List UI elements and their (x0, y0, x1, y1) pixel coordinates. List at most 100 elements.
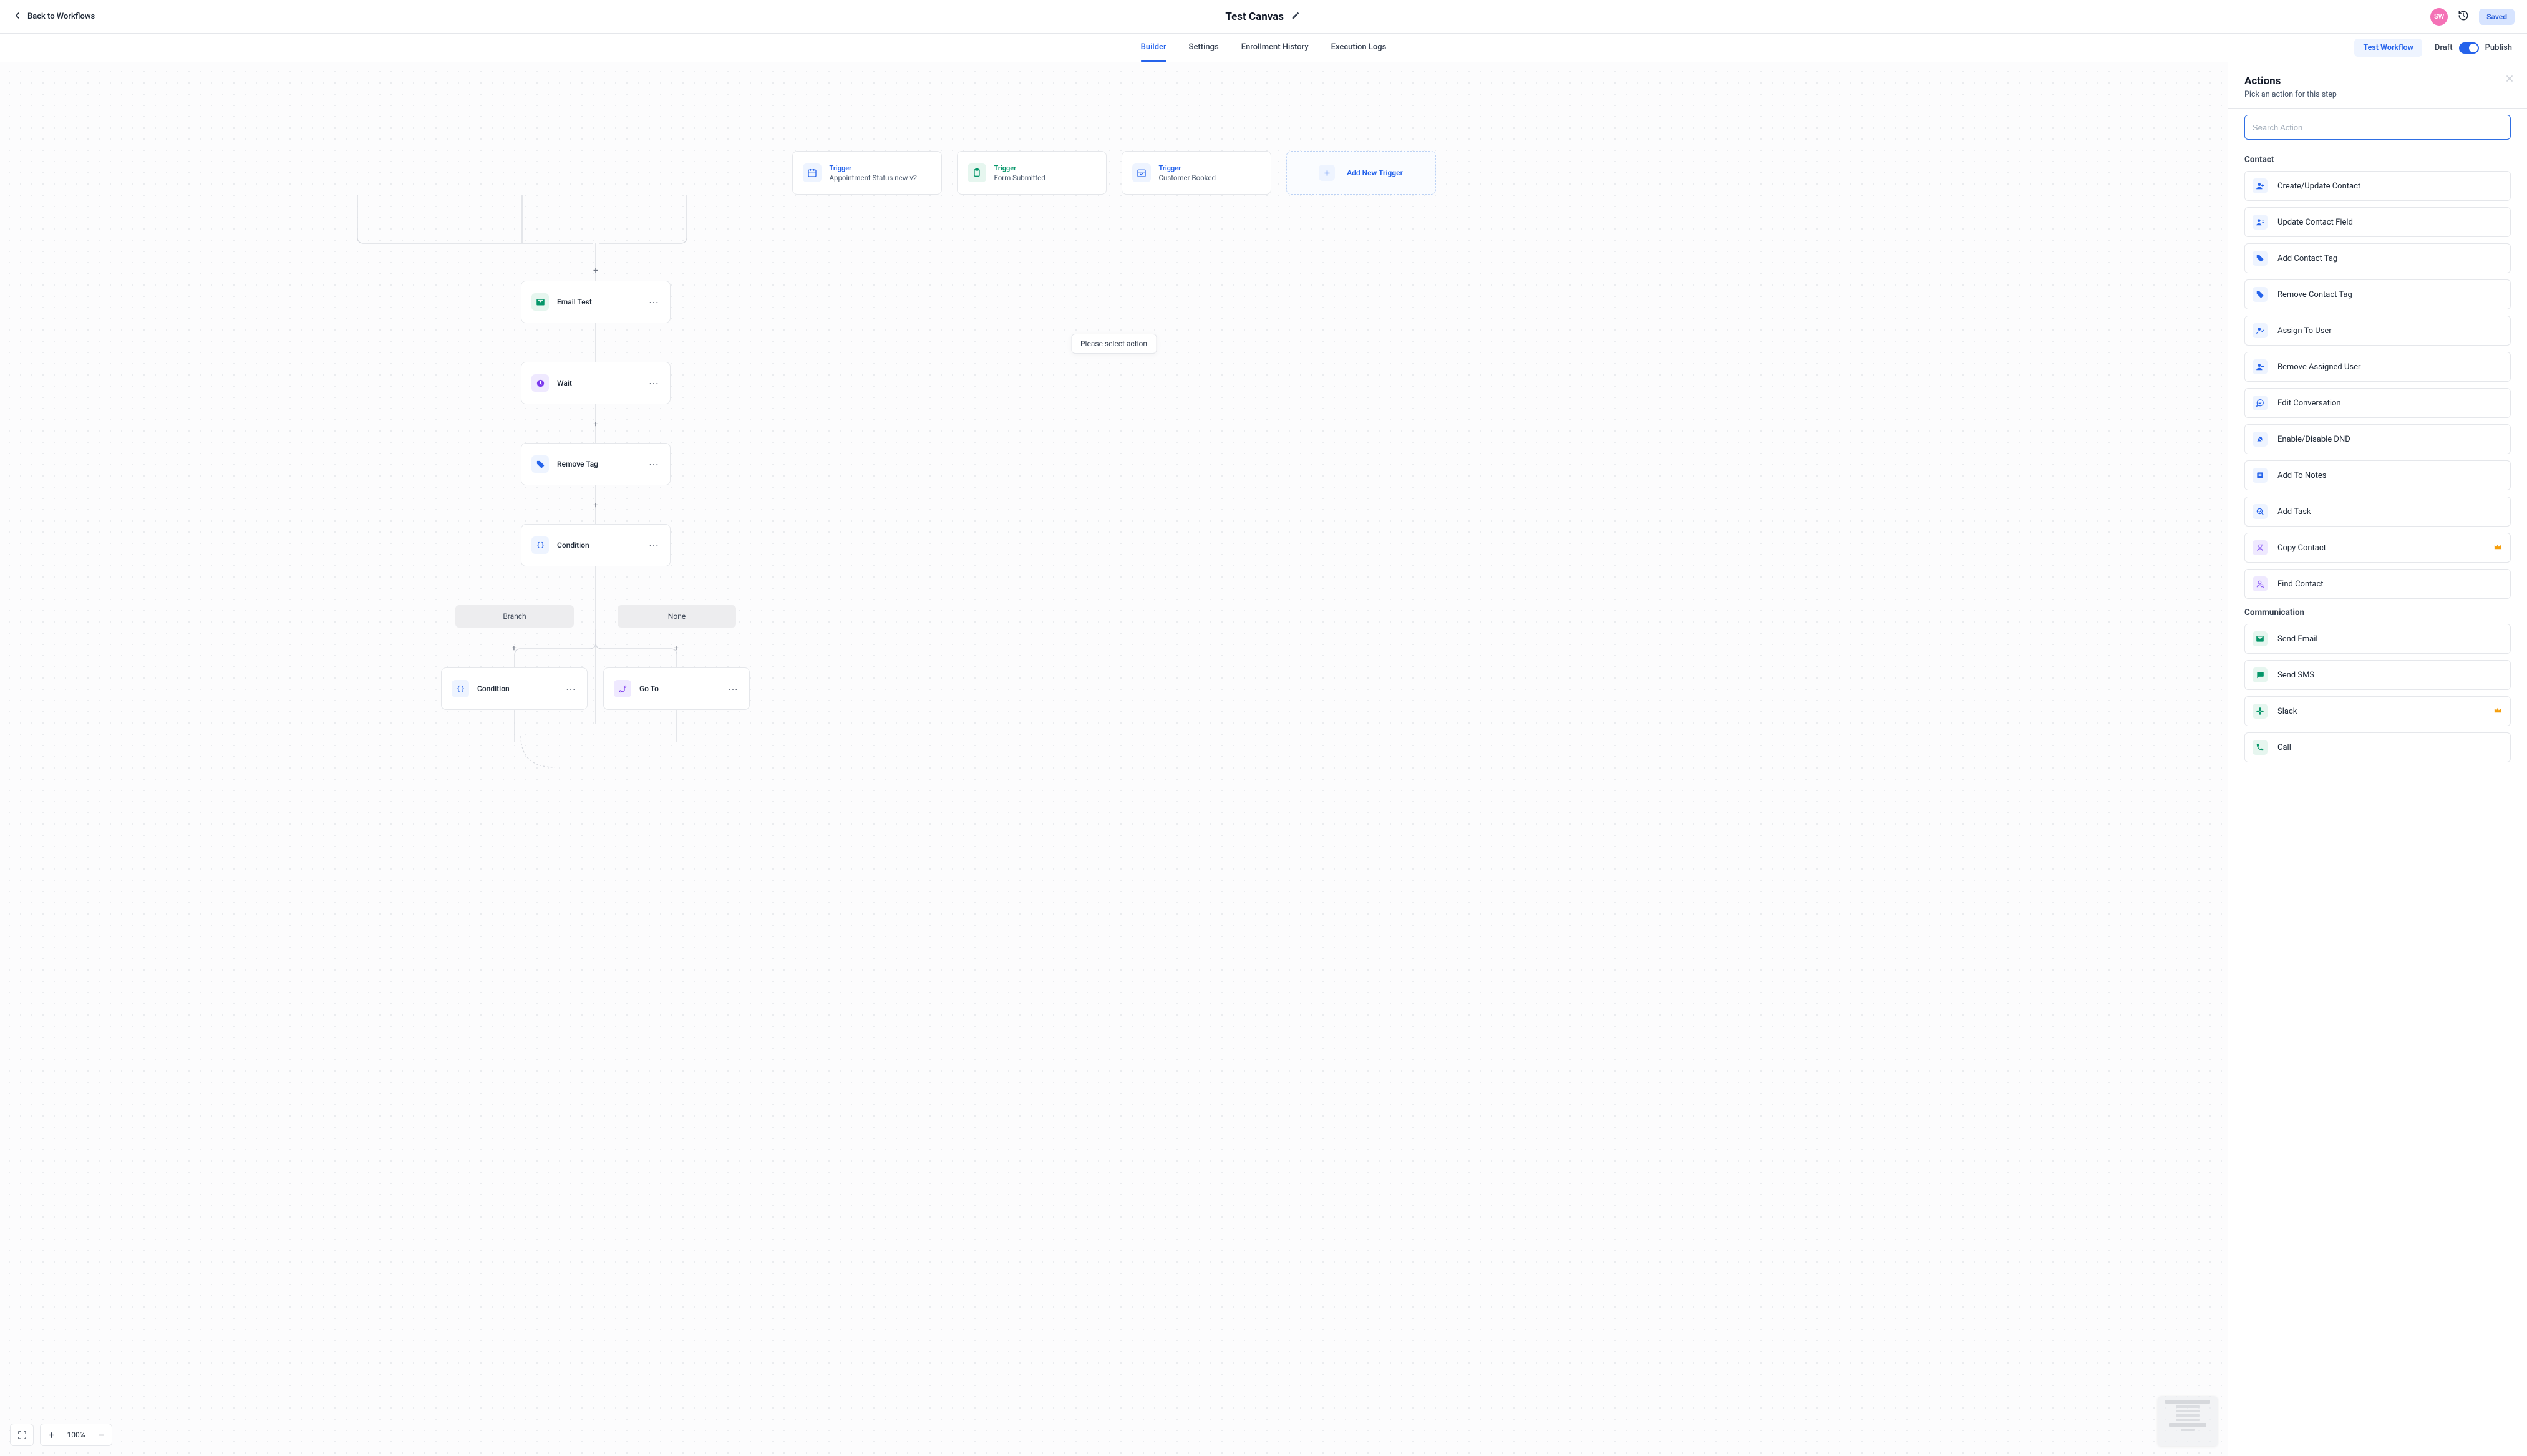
tab-execution-logs[interactable]: Execution Logs (1331, 34, 1387, 62)
back-to-workflows-button[interactable]: Back to Workflows (12, 11, 95, 23)
braces-icon (452, 680, 469, 697)
action-label: Copy Contact (2277, 543, 2326, 553)
trigger-customer-booked[interactable]: Trigger Customer Booked (1122, 151, 1271, 195)
avatar[interactable]: SW (2430, 8, 2448, 26)
minimap[interactable] (2158, 1396, 2218, 1446)
clock-icon (531, 374, 549, 392)
action-add-to-notes[interactable]: Add To Notes (2244, 460, 2511, 490)
branch-pill-none[interactable]: None (618, 605, 736, 628)
mail-icon (531, 293, 549, 311)
action-label: Send Email (2277, 634, 2318, 644)
step-label: Email Test (557, 298, 592, 306)
step-menu-icon[interactable]: ⋯ (566, 683, 577, 695)
step-wait[interactable]: Wait ⋯ (521, 362, 671, 404)
tab-settings[interactable]: Settings (1189, 34, 1219, 62)
clipboard-icon (968, 163, 986, 182)
workflow-canvas[interactable]: Trigger Appointment Status new v2 Trigge… (0, 62, 2228, 1456)
action-label: Edit Conversation (2277, 399, 2341, 408)
trigger-label: Trigger (1159, 164, 1216, 172)
category-contact: Contact (2244, 155, 2511, 165)
step-email-test[interactable]: Email Test ⋯ (521, 281, 671, 323)
step-remove-tag[interactable]: Remove Tag ⋯ (521, 443, 671, 485)
step-condition[interactable]: Condition ⋯ (521, 524, 671, 566)
trigger-form-submitted[interactable]: Trigger Form Submitted (957, 151, 1107, 195)
action-label: Slack (2277, 707, 2297, 716)
action-remove-contact-tag[interactable]: Remove Contact Tag (2244, 279, 2511, 309)
search-action-input[interactable] (2244, 115, 2511, 140)
action-create-update-contact[interactable]: Create/Update Contact (2244, 171, 2511, 201)
add-trigger-label: Add New Trigger (1347, 168, 1403, 177)
action-add-task[interactable]: Add Task (2244, 497, 2511, 527)
zoom-in-button[interactable] (41, 1430, 62, 1440)
action-label: Update Contact Field (2277, 218, 2353, 227)
publish-toggle[interactable] (2459, 42, 2479, 54)
add-step-plus[interactable]: + (512, 643, 517, 653)
action-slack[interactable]: Slack (2244, 696, 2511, 726)
action-edit-conversation[interactable]: Edit Conversation (2244, 388, 2511, 418)
braces-icon (531, 536, 549, 554)
user-list-icon (2253, 215, 2268, 230)
step-menu-icon[interactable]: ⋯ (728, 683, 739, 695)
trigger-appointment-status[interactable]: Trigger Appointment Status new v2 (792, 151, 942, 195)
publish-label: Publish (2485, 43, 2512, 52)
tag-icon (2253, 251, 2268, 266)
add-new-trigger-button[interactable]: Add New Trigger (1286, 151, 1436, 195)
calendar-check-icon (1132, 163, 1151, 182)
step-condition-2[interactable]: Condition ⋯ (441, 667, 588, 710)
action-update-contact-field[interactable]: Update Contact Field (2244, 207, 2511, 237)
user-plus-icon (2253, 178, 2268, 193)
action-label: Find Contact (2277, 580, 2324, 589)
step-menu-icon[interactable]: ⋯ (649, 540, 660, 551)
step-menu-icon[interactable]: ⋯ (649, 296, 660, 308)
add-step-plus[interactable]: + (591, 266, 601, 276)
step-label: Wait (557, 379, 572, 387)
route-icon (614, 680, 631, 697)
add-step-plus[interactable]: + (591, 500, 601, 510)
action-remove-assigned-user[interactable]: Remove Assigned User (2244, 352, 2511, 382)
action-add-contact-tag[interactable]: Add Contact Tag (2244, 243, 2511, 273)
slack-icon (2253, 704, 2268, 719)
premium-icon (2493, 542, 2503, 554)
sidebar-subtitle: Pick an action for this step (2244, 90, 2511, 99)
user-search-icon (2253, 576, 2268, 591)
task-check-icon (2253, 504, 2268, 519)
add-step-plus[interactable]: + (674, 643, 679, 653)
premium-icon (2493, 706, 2503, 717)
step-goto[interactable]: Go To ⋯ (603, 667, 750, 710)
branch-pill-branch[interactable]: Branch (455, 605, 574, 628)
user-minus-icon (2253, 359, 2268, 374)
action-call[interactable]: Call (2244, 732, 2511, 762)
action-label: Add Task (2277, 507, 2311, 517)
test-workflow-button[interactable]: Test Workflow (2354, 39, 2422, 57)
user-check-icon (2253, 323, 2268, 338)
chat-icon (2253, 396, 2268, 410)
action-label: Send SMS (2277, 671, 2314, 680)
zoom-out-button[interactable] (90, 1430, 112, 1440)
step-menu-icon[interactable]: ⋯ (649, 459, 660, 470)
action-send-email[interactable]: Send Email (2244, 624, 2511, 654)
step-label: Condition (477, 684, 510, 693)
action-find-contact[interactable]: Find Contact (2244, 569, 2511, 599)
plus-icon (1319, 165, 1335, 181)
action-send-sms[interactable]: Send SMS (2244, 660, 2511, 690)
chevron-left-icon (12, 11, 22, 23)
tab-enrollment-history[interactable]: Enrollment History (1241, 34, 1309, 62)
tag-remove-icon (531, 455, 549, 473)
tab-builder[interactable]: Builder (1141, 34, 1166, 62)
trigger-label: Trigger (830, 164, 918, 172)
close-icon[interactable] (2505, 74, 2515, 86)
category-communication: Communication (2244, 608, 2511, 618)
action-assign-to-user[interactable]: Assign To User (2244, 316, 2511, 346)
edit-title -icon[interactable] (1291, 11, 1300, 22)
bell-off-icon (2253, 432, 2268, 447)
step-menu-icon[interactable]: ⋯ (649, 377, 660, 389)
note-icon (2253, 468, 2268, 483)
add-step-plus[interactable]: + (591, 419, 601, 429)
action-copy-contact[interactable]: Copy Contact (2244, 533, 2511, 563)
phone-icon (2253, 740, 2268, 755)
trigger-sub: Form Submitted (994, 173, 1045, 182)
history-icon[interactable] (2458, 10, 2469, 24)
fit-view-button[interactable] (11, 1430, 33, 1440)
action-enable-disable-dnd[interactable]: Enable/Disable DND (2244, 424, 2511, 454)
page-title: Test Canvas (1225, 11, 1284, 23)
